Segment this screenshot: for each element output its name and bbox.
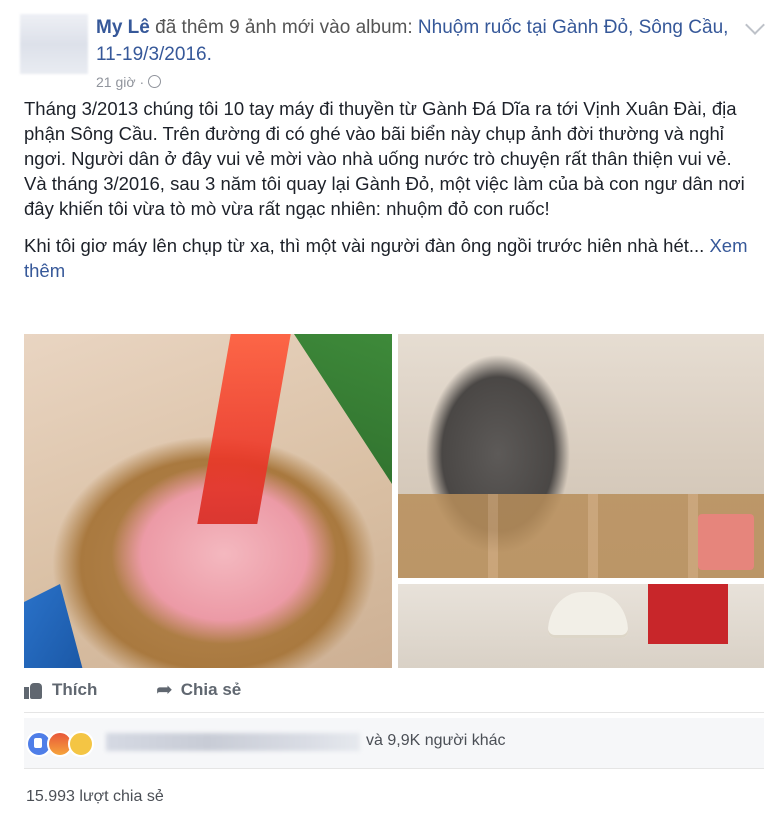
post-actions: Thích ➦ Chia sẻ <box>24 672 764 713</box>
photo-conical-hat[interactable] <box>398 584 764 668</box>
post-headline: My Lê đã thêm 9 ảnh mới vào album: Nhuộm… <box>96 14 736 68</box>
share-button[interactable]: ➦ Chia sẻ <box>156 680 241 700</box>
post-options-chevron-icon[interactable] <box>745 15 765 35</box>
share-count[interactable]: 15.993 lượt chia sẻ <box>26 788 164 806</box>
author-name[interactable]: My Lê <box>96 17 150 38</box>
pink-bucket <box>698 514 754 570</box>
post-time[interactable]: 21 giờ <box>96 74 136 90</box>
photo-shrimp-basket[interactable] <box>24 334 392 668</box>
action-text: đã thêm 9 ảnh mới vào album: <box>155 17 413 38</box>
thumbs-up-icon <box>24 681 44 699</box>
reactions-summary: và 9,9K người khác <box>24 718 764 769</box>
like-label: Thích <box>52 680 98 699</box>
blurred-reactor-names <box>106 733 360 751</box>
post-paragraph-truncated: Khi tôi giơ máy lên chụp từ xa, thì một … <box>24 233 764 283</box>
post-meta: 21 giờ · <box>96 74 162 90</box>
red-dye-stream <box>197 334 291 524</box>
globe-icon <box>148 75 162 88</box>
reaction-icons[interactable] <box>26 731 94 757</box>
meta-separator: · <box>139 74 145 90</box>
post-paragraph: Và tháng 3/2016, sau 3 năm tôi quay lại … <box>24 173 745 219</box>
share-arrow-icon: ➦ <box>156 679 173 701</box>
post-paragraph-text: Khi tôi giơ máy lên chụp từ xa, thì một … <box>24 235 705 256</box>
blue-boat-edge <box>24 584 84 668</box>
share-label: Chia sẻ <box>180 680 242 699</box>
photo-woman-baskets[interactable] <box>398 334 764 578</box>
reactors-count-link[interactable]: và 9,9K người khác <box>366 732 506 750</box>
red-shirt <box>648 584 728 644</box>
sad-reaction-icon <box>68 731 94 757</box>
post-body: Tháng 3/2013 chúng tôi 10 tay máy đi thu… <box>24 96 764 283</box>
photo-grid <box>24 334 764 668</box>
conical-hat <box>548 592 628 638</box>
post-paragraph: Tháng 3/2013 chúng tôi 10 tay máy đi thu… <box>24 98 737 169</box>
like-button[interactable]: Thích <box>24 680 97 700</box>
green-bucket <box>294 334 392 484</box>
author-avatar[interactable] <box>20 14 88 74</box>
facebook-post: My Lê đã thêm 9 ảnh mới vào album: Nhuộm… <box>0 0 780 814</box>
